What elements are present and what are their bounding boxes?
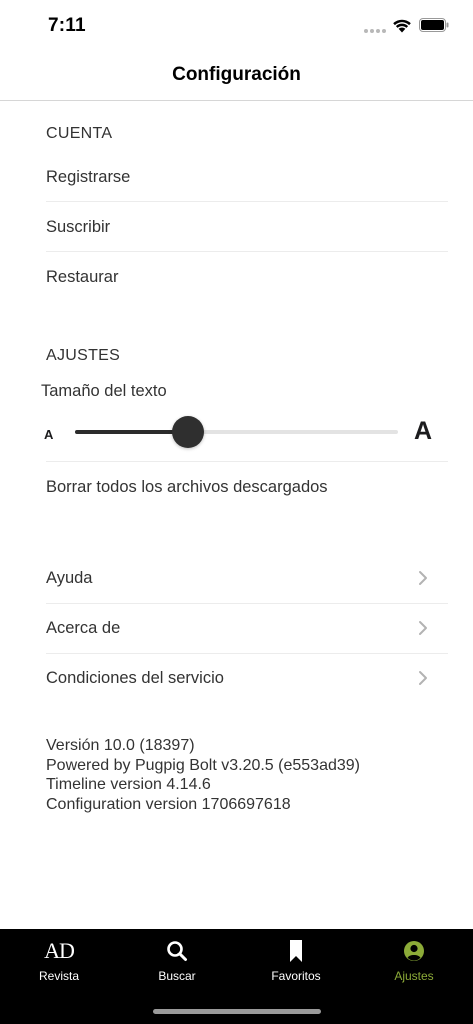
tab-revista[interactable]: AD Revista [0, 929, 118, 989]
bookmark-icon [290, 940, 302, 962]
text-size-label: Tamaño del texto [41, 382, 167, 400]
clear-downloads-label: Borrar todos los archivos descargados [46, 478, 328, 496]
tab-ajustes[interactable]: Ajustes [355, 929, 473, 989]
subscribe-label: Suscribir [46, 218, 111, 236]
page-title: Configuración [172, 64, 301, 85]
tab-bar: AD Revista Buscar Favoritos Ajustes [0, 929, 473, 1024]
text-size-small-icon: A [44, 427, 54, 442]
powered-by: Powered by Pugpig Bolt v3.20.5 (e553ad39… [46, 756, 360, 774]
app-version: Versión 10.0 (18397) [46, 737, 195, 754]
tab-favoritos[interactable]: Favoritos [237, 929, 355, 989]
ad-logo-text: AD [44, 938, 75, 963]
section-header-cuenta: CUENTA [46, 125, 113, 142]
ad-logo-icon: AD [0, 938, 118, 964]
search-icon [167, 941, 187, 961]
text-size-large-icon: A [414, 417, 433, 445]
bookmark-icon-wrap [237, 938, 355, 964]
restore-row[interactable]: Restaurar [46, 252, 448, 302]
search-icon-wrap [118, 938, 236, 964]
status-bar: 7:11 [0, 0, 473, 50]
help-label: Ayuda [46, 569, 93, 587]
wifi-icon [393, 19, 411, 33]
section-header-ajustes: AJUSTES [46, 347, 121, 364]
profile-icon-wrap [355, 938, 473, 964]
home-indicator[interactable] [153, 1009, 321, 1014]
timeline-version: Timeline version 4.14.6 [46, 776, 211, 793]
subscribe-row[interactable]: Suscribir [46, 202, 448, 252]
slider-thumb[interactable] [172, 416, 205, 448]
chevron-right-icon [419, 571, 427, 585]
cellular-signal-icon [364, 29, 386, 34]
tab-label-revista: Revista [38, 969, 79, 983]
text-size-slider[interactable] [75, 416, 398, 448]
status-time: 7:11 [48, 15, 86, 36]
navigation-bar: Configuración [0, 50, 473, 101]
clear-downloads-row[interactable]: Borrar todos los archivos descargados [46, 462, 448, 512]
battery-icon [419, 18, 449, 32]
about-label: Acerca de [46, 619, 121, 637]
about-row[interactable]: Acerca de [46, 603, 448, 653]
register-row[interactable]: Registrarse [46, 152, 448, 202]
version-info: Versión 10.0 (18397) Powered by Pugpig B… [46, 736, 360, 814]
chevron-right-icon [419, 671, 427, 685]
chevron-right-icon [419, 621, 427, 635]
tab-label-ajustes: Ajustes [394, 969, 434, 983]
register-label: Registrarse [46, 168, 131, 186]
terms-row[interactable]: Condiciones del servicio [46, 653, 448, 703]
terms-label: Condiciones del servicio [46, 669, 224, 687]
tab-buscar[interactable]: Buscar [118, 929, 236, 989]
tab-label-buscar: Buscar [158, 969, 196, 983]
profile-icon [404, 941, 424, 961]
help-row[interactable]: Ayuda [46, 553, 448, 603]
restore-label: Restaurar [46, 268, 119, 286]
tab-label-favoritos: Favoritos [271, 969, 321, 983]
configuration-version: Configuration version 1706697618 [46, 795, 291, 813]
